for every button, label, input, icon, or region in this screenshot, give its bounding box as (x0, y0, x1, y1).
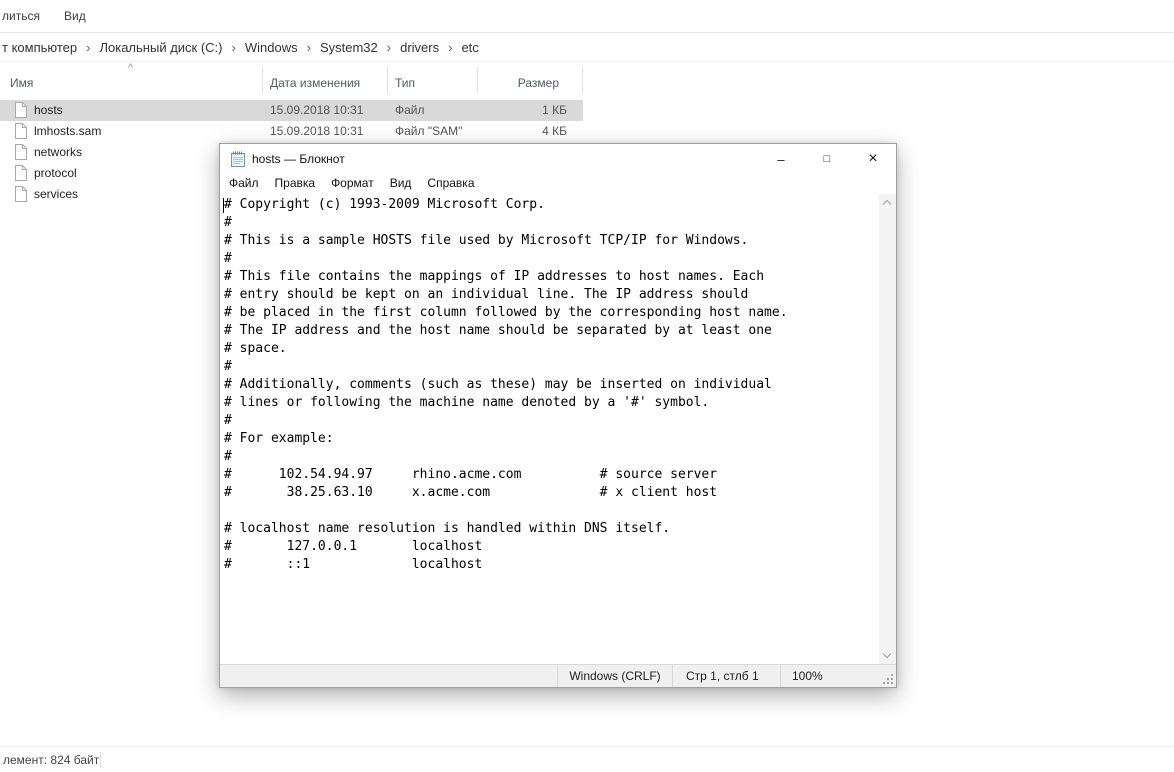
desktop-screen: литься Вид т компьютер › Локальный диск … (0, 0, 1174, 772)
column-header-date[interactable]: Дата изменения (270, 76, 360, 90)
file-icon (14, 102, 27, 118)
notepad-app-icon (230, 151, 246, 167)
line-ending-label: Windows (CRLF) (569, 669, 660, 683)
explorer-status-bar: лемент: 824 байт (0, 746, 1174, 772)
file-date: 15.09.2018 10:31 (270, 103, 363, 117)
window-controls: – □ × (758, 144, 896, 174)
column-header-name[interactable]: Имя (10, 76, 33, 90)
chevron-right-icon: › (79, 41, 97, 54)
cursor-position-label: Стр 1, стлб 1 (686, 669, 759, 683)
vertical-scrollbar[interactable] (879, 194, 896, 664)
column-divider[interactable] (262, 67, 263, 94)
sort-ascending-icon: ^ (128, 62, 133, 74)
scroll-up-icon[interactable] (879, 194, 896, 211)
hosts-file-content: # Copyright (c) 1993-2009 Microsoft Corp… (220, 194, 879, 574)
file-list-column-headers: ^ Имя Дата изменения Тип Размер (0, 64, 583, 97)
notepad-menu-bar: Файл Правка Формат Вид Справка (221, 174, 895, 194)
column-divider[interactable] (477, 67, 478, 94)
chevron-right-icon: › (300, 41, 318, 54)
file-name: hosts (34, 103, 63, 117)
breadcrumb-item-windows[interactable]: Windows (243, 40, 300, 55)
breadcrumb-item-local-disk[interactable]: Локальный диск (C:) (97, 40, 224, 55)
file-icon (14, 144, 27, 160)
notepad-window: hosts — Блокнот – □ × Файл Правка Формат… (219, 143, 897, 688)
ribbon-tab-view[interactable]: Вид (64, 0, 86, 33)
file-name: networks (34, 145, 82, 159)
menu-format[interactable]: Формат (323, 174, 382, 194)
file-date: 15.09.2018 10:31 (270, 124, 363, 138)
scroll-down-icon[interactable] (879, 647, 896, 664)
chevron-right-icon: › (380, 41, 398, 54)
file-icon (14, 123, 27, 139)
status-spacer (220, 665, 557, 687)
item-count-label: лемент: 824 байт (3, 753, 99, 767)
chevron-right-icon: › (225, 41, 243, 54)
breadcrumb-item-drivers[interactable]: drivers (398, 40, 441, 55)
column-header-size[interactable]: Размер (477, 76, 559, 90)
chevron-right-icon: › (441, 41, 459, 54)
notepad-status-bar: Windows (CRLF) Стр 1, стлб 1 100% (220, 664, 896, 687)
window-title: hosts — Блокнот (252, 152, 345, 166)
file-type: Файл (395, 103, 425, 117)
breadcrumb-item-system32[interactable]: System32 (318, 40, 380, 55)
close-button[interactable]: × (850, 144, 896, 174)
file-name: lmhosts.sam (34, 124, 101, 138)
text-editor-area[interactable]: # Copyright (c) 1993-2009 Microsoft Corp… (220, 194, 879, 664)
column-divider[interactable] (582, 67, 583, 94)
resize-grip-icon[interactable] (891, 682, 893, 684)
file-size: 4 КБ (477, 124, 575, 138)
column-divider[interactable] (387, 67, 388, 94)
table-row-lmhosts[interactable]: lmhosts.sam 15.09.2018 10:31 Файл "SAM" … (0, 121, 583, 142)
menu-file[interactable]: Файл (221, 174, 267, 194)
file-type: Файл "SAM" (395, 124, 462, 138)
notepad-title-bar[interactable]: hosts — Блокнот – □ × (220, 144, 896, 174)
maximize-button[interactable]: □ (804, 144, 850, 174)
breadcrumb: т компьютер › Локальный диск (C:) › Wind… (0, 34, 1174, 62)
breadcrumb-item-computer[interactable]: т компьютер (0, 40, 79, 55)
menu-view[interactable]: Вид (382, 174, 420, 194)
ribbon-tab-share[interactable]: литься (2, 0, 40, 33)
file-icon (14, 165, 27, 181)
file-size: 1 КБ (477, 103, 575, 117)
breadcrumb-item-etc[interactable]: etc (459, 40, 480, 55)
table-row-hosts[interactable]: hosts 15.09.2018 10:31 Файл 1 КБ (0, 100, 583, 121)
text-caret (223, 198, 224, 213)
zoom-level-indicator: 100% (780, 665, 896, 687)
file-name: protocol (34, 166, 77, 180)
file-name: services (34, 187, 78, 201)
line-ending-indicator: Windows (CRLF) (557, 665, 672, 687)
file-icon (14, 186, 27, 202)
cursor-position-indicator: Стр 1, стлб 1 (672, 665, 780, 687)
minimize-button[interactable]: – (758, 144, 804, 174)
zoom-level-label: 100% (792, 669, 823, 683)
column-header-type[interactable]: Тип (395, 76, 415, 90)
menu-edit[interactable]: Правка (267, 174, 324, 194)
explorer-ribbon-tabs: литься Вид (0, 0, 1174, 33)
status-divider (100, 752, 101, 768)
menu-help[interactable]: Справка (419, 174, 482, 194)
